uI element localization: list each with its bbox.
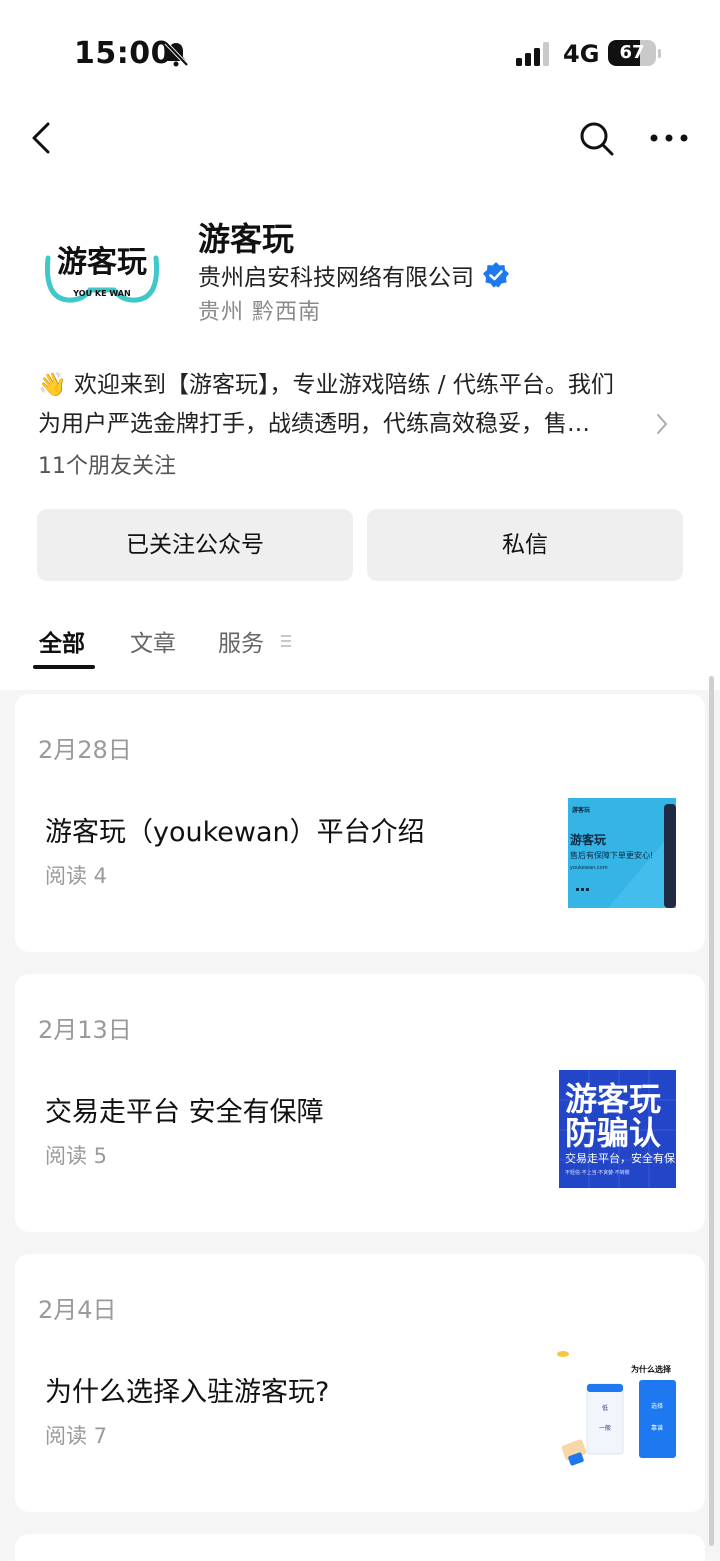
- article-title: 游客玩（youkewan）平台介绍: [45, 817, 425, 848]
- thumb-col2-top: 选择: [651, 1402, 663, 1410]
- account-logo[interactable]: 游客玩 YOU KE WAN: [38, 208, 166, 314]
- network-type: 4G: [563, 40, 600, 68]
- search-icon[interactable]: [576, 118, 616, 158]
- company-row: 贵州启安科技网络有限公司: [198, 258, 510, 292]
- intro-line-1: 欢迎来到【游客玩】，专业游戏陪练 / 代练平台。我们: [73, 372, 614, 398]
- account-location: 贵州 黔西南: [198, 300, 321, 325]
- article-card[interactable]: 2月4日 为什么选择入驻游客玩? 阅读 7 为什么选择 低 一般 选择 靠谱: [15, 1254, 705, 1512]
- logo-text: 游客玩: [57, 245, 147, 280]
- thumb-brand: 游客玩: [572, 806, 590, 814]
- article-thumbnail: 为什么选择 低 一般 选择 靠谱: [555, 1350, 676, 1472]
- friends-following[interactable]: 11个朋友关注: [38, 448, 176, 480]
- bell-off-icon: [164, 41, 189, 67]
- account-profile-section: 15:00 4G 67 游客玩 YOU KE WAN 游客玩 贵州启安科技网络有…: [0, 0, 720, 690]
- followed-button[interactable]: 已关注公众号: [37, 509, 353, 581]
- thumb-col1-top: 低: [602, 1404, 608, 1412]
- article-read-count: 阅读 5: [45, 1144, 108, 1168]
- tab-articles[interactable]: 文章: [130, 624, 176, 658]
- article-card-partial[interactable]: [15, 1534, 705, 1561]
- thumb-url: youkewan.com: [570, 865, 608, 871]
- account-name: 游客玩: [198, 220, 295, 258]
- article-card[interactable]: 2月28日 游客玩（youkewan）平台介绍 阅读 4 游客玩 游客玩 售后有…: [15, 694, 705, 952]
- thumb-line-1: 游客玩: [565, 1080, 661, 1118]
- thumb-subtitle: 售后有保障下单更安心!: [570, 850, 653, 860]
- tab-services[interactable]: 服务: [218, 624, 264, 658]
- back-icon[interactable]: [26, 118, 62, 158]
- article-date: 2月28日: [38, 736, 132, 764]
- article-card[interactable]: 2月13日 交易走平台 安全有保障 阅读 5 游客玩 防骗认 交易走平台，安全有…: [15, 974, 705, 1232]
- thumb-subtitle: 交易走平台，安全有保: [565, 1151, 675, 1165]
- message-button[interactable]: 私信: [367, 509, 683, 581]
- status-time: 15:00: [74, 36, 172, 71]
- chevron-right-icon[interactable]: [654, 412, 670, 436]
- thumb-line-2: 防骗认: [565, 1114, 661, 1152]
- article-thumbnail: 游客玩 防骗认 交易走平台，安全有保 不轻信·不上当·不贪婪·不转账: [559, 1070, 676, 1188]
- logo-subtext: YOU KE WAN: [72, 289, 130, 298]
- cellular-signal-icon: [516, 42, 549, 66]
- thumb-col2-bottom: 靠谱: [651, 1424, 663, 1432]
- article-date: 2月13日: [38, 1016, 132, 1044]
- article-read-count: 阅读 4: [45, 864, 108, 888]
- thumb-small-text: 不轻信·不上当·不贪婪·不转账: [565, 1169, 630, 1176]
- more-options-icon[interactable]: [648, 118, 690, 158]
- wave-emoji-icon: 👋: [38, 372, 67, 398]
- tab-active-indicator: [33, 665, 95, 669]
- scrollbar[interactable]: [709, 676, 714, 1546]
- article-date: 2月4日: [38, 1296, 117, 1324]
- company-name: 贵州启安科技网络有限公司: [198, 265, 474, 291]
- thumb-col1-bottom: 一般: [599, 1424, 611, 1432]
- status-bar: 15:00 4G 67: [0, 0, 720, 100]
- article-title: 交易走平台 安全有保障: [45, 1097, 324, 1128]
- intro-line-2: 为用户严选金牌打手，战绩透明，代练高效稳妥，售…: [38, 411, 590, 437]
- menu-lines-icon[interactable]: [280, 634, 292, 648]
- battery-percentage: 67: [619, 42, 645, 63]
- thumb-heading: 游客玩: [570, 832, 606, 847]
- article-title: 为什么选择入驻游客玩?: [45, 1377, 330, 1408]
- thumb-heading: 为什么选择: [631, 1364, 672, 1374]
- tab-all[interactable]: 全部: [39, 624, 85, 658]
- battery-icon: 67: [608, 40, 661, 68]
- account-intro[interactable]: 👋 欢迎来到【游客玩】，专业游戏陪练 / 代练平台。我们 为用户严选金牌打手，战…: [38, 366, 674, 444]
- verified-badge-icon: [483, 262, 509, 288]
- article-read-count: 阅读 7: [45, 1424, 108, 1448]
- article-thumbnail: 游客玩 游客玩 售后有保障下单更安心! youkewan.com: [568, 798, 676, 908]
